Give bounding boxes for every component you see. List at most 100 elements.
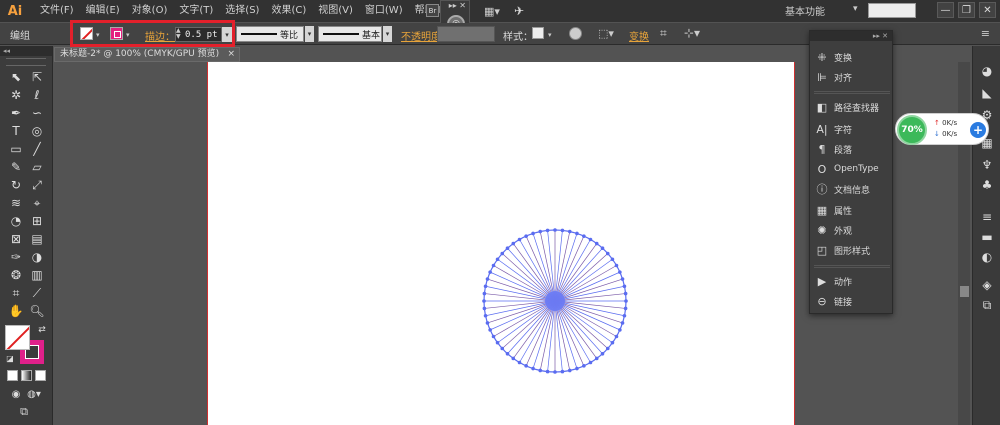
panel-item-align[interactable]: ⊫ 对齐 [816, 69, 852, 85]
scale-tool-icon[interactable]: ⤢ [29, 177, 45, 193]
transform-link[interactable]: 变换 [629, 28, 649, 43]
brushes-icon[interactable]: ♆ [980, 158, 994, 172]
stroke-panel-icon[interactable]: ≡ [980, 210, 994, 224]
panel-expand-icon[interactable]: ▸▸ ✕ [810, 31, 892, 41]
panel-item-paragraph[interactable]: ¶ 段落 [816, 141, 853, 157]
zoom-tool-icon[interactable]: 🔍︎ [29, 303, 45, 319]
transparency-icon[interactable]: ◐ [980, 250, 994, 264]
panel-group-divider[interactable] [814, 265, 890, 268]
eyedropper-tool-icon[interactable]: ✑ [8, 249, 24, 265]
recolor-artwork-icon[interactable] [569, 27, 582, 40]
rotate-tool-icon[interactable]: ↻ [8, 177, 24, 193]
isolate-icon[interactable]: ⌗ [660, 26, 667, 41]
panel-item-character[interactable]: A| 字符 [816, 121, 852, 137]
hand-tool-icon[interactable]: ✋ [8, 303, 24, 319]
network-speed-widget[interactable]: 70% ↑ 0K/s ↓ 0K/s + [895, 113, 989, 145]
menu-item[interactable]: 视图(V) [312, 0, 359, 22]
menu-item[interactable]: 编辑(E) [80, 0, 126, 22]
menu-item[interactable]: 效果(C) [265, 0, 312, 22]
artboards-icon[interactable]: ⧉ [980, 298, 994, 312]
scrollbar-thumb[interactable] [960, 286, 969, 297]
width-tool-icon[interactable]: ≋ [8, 195, 24, 211]
rectangle-tool-icon[interactable]: ▭ [8, 141, 24, 157]
panel-item-pathfinder[interactable]: ◧ 路径查找器 [816, 99, 879, 115]
color-guide-icon[interactable]: ◣ [980, 86, 994, 100]
panel-item-document-info[interactable]: ⓘ 文档信息 [816, 181, 871, 197]
color-panel-icon[interactable]: ◕ [980, 64, 994, 78]
fill-color-swatch[interactable] [5, 325, 30, 350]
panel-item-appearance[interactable]: ✺ 外观 [816, 222, 852, 238]
graphic-style-swatch[interactable] [532, 27, 544, 39]
panel-item-opentype[interactable]: O OpenType [816, 161, 879, 177]
opacity-input[interactable] [437, 26, 495, 42]
swap-colors-icon[interactable]: ⇄ [34, 322, 50, 338]
gradient-tool-icon[interactable]: ▤ [29, 231, 45, 247]
panel-menu-icon[interactable]: ≡ [981, 27, 990, 40]
draw-mode-icon[interactable]: ◉ [8, 386, 24, 402]
slice-tool-icon[interactable]: ⟋ [29, 285, 45, 301]
menu-item[interactable]: 窗口(W) [359, 0, 409, 22]
close-icon[interactable]: ▸▸ ✕ [449, 1, 466, 10]
artboard-tool-icon[interactable]: ⌗ [8, 285, 24, 301]
panel-group-divider[interactable] [814, 91, 890, 94]
radial-line-figure[interactable] [480, 226, 630, 376]
none-mode-button[interactable] [35, 370, 46, 381]
puppet-warp-icon[interactable]: ⊹▾ [684, 26, 700, 40]
spiral-tool-icon[interactable]: ◎ [29, 123, 45, 139]
chevron-down-icon[interactable]: ▾ [853, 4, 858, 14]
gradient-mode-button[interactable] [21, 370, 32, 381]
shaper-tool-icon[interactable]: ✎ [8, 159, 24, 175]
menu-item[interactable]: 选择(S) [219, 0, 265, 22]
symbols-icon[interactable]: ♣ [980, 178, 994, 192]
bridge-button[interactable]: Br [426, 4, 439, 17]
paper-plane-icon[interactable]: ✈ [514, 4, 524, 18]
search-input[interactable] [868, 3, 916, 18]
column-graph-tool-icon[interactable]: ▥ [29, 267, 45, 283]
direct-selection-tool-icon[interactable]: ⇱ [29, 69, 45, 85]
lasso-tool-icon[interactable]: ℓ [29, 87, 45, 103]
eraser-tool-icon[interactable]: ▱ [29, 159, 45, 175]
panel-collapse-icon[interactable]: ◂◂ [0, 46, 52, 56]
close-button[interactable]: ✕ [979, 2, 996, 18]
menu-item[interactable]: 文件(F) [34, 0, 80, 22]
menu-item[interactable]: 文字(T) [173, 0, 219, 22]
brush-definition[interactable]: 基本 [318, 26, 382, 42]
symbol-sprayer-tool-icon[interactable]: ❂ [8, 267, 24, 283]
blend-tool-icon[interactable]: ◑ [29, 249, 45, 265]
close-icon[interactable]: × [227, 48, 235, 61]
pen-tool-icon[interactable]: ✒ [8, 105, 24, 121]
plus-icon[interactable]: + [970, 122, 986, 138]
menu-item[interactable]: 对象(O) [126, 0, 174, 22]
magic-wand-tool-icon[interactable]: ✲ [8, 87, 24, 103]
panel-item-attributes[interactable]: ▦ 属性 [816, 202, 852, 218]
chevron-down-icon[interactable]: ▾ [548, 31, 552, 39]
type-tool-icon[interactable]: T [8, 123, 24, 139]
shape-builder-tool-icon[interactable]: ◔ [8, 213, 24, 229]
color-mode-button[interactable] [7, 370, 18, 381]
arrange-documents-icon[interactable]: ▦▾ [484, 5, 506, 18]
chevron-down-icon[interactable]: ▾ [383, 26, 392, 42]
chevron-down-icon[interactable]: ▾ [305, 26, 314, 42]
paintbrush-tool-icon[interactable]: ╱ [29, 141, 45, 157]
panel-item-links[interactable]: ⊖ 链接 [816, 293, 852, 309]
panel-item-graphic-styles[interactable]: ◰ 图形样式 [816, 242, 870, 258]
default-colors-icon[interactable]: ◪ [2, 350, 18, 366]
align-grid-icon[interactable]: ⬚▾ [598, 27, 614, 40]
curvature-tool-icon[interactable]: ∽ [29, 105, 45, 121]
free-transform-tool-icon[interactable]: ⌖ [29, 195, 45, 211]
document-tab[interactable]: 未标题-2* @ 100% (CMYK/GPU 预览) × [54, 47, 240, 62]
panel-item-transform[interactable]: ⁜ 变换 [816, 49, 852, 65]
selection-tool-icon[interactable]: ⬉ [8, 69, 24, 85]
perspective-grid-tool-icon[interactable]: ⊞ [29, 213, 45, 229]
screen-mode-icon[interactable]: ⧉ [16, 404, 32, 420]
restore-button[interactable]: ❐ [958, 2, 975, 18]
panel-item-actions[interactable]: ▶ 动作 [816, 273, 852, 289]
gradient-panel-icon[interactable]: ▬ [980, 230, 994, 244]
minimize-button[interactable]: — [937, 2, 954, 18]
draw-behind-icon[interactable]: ◍▾ [26, 386, 42, 402]
mesh-tool-icon[interactable]: ⊠ [8, 231, 24, 247]
layers-icon[interactable]: ◈ [980, 278, 994, 292]
workspace-switcher[interactable]: 基本功能 [785, 3, 825, 18]
opacity-label[interactable]: 不透明度 [401, 28, 441, 43]
variable-width-profile[interactable]: 等比 [236, 26, 304, 42]
